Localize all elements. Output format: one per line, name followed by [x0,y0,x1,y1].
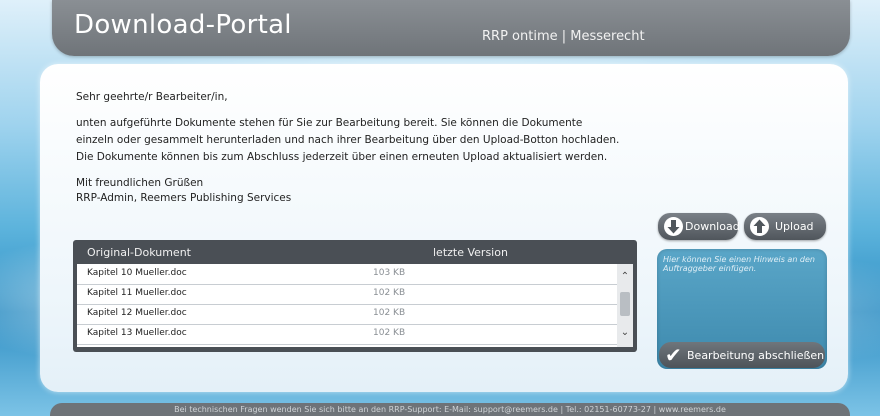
document-name: Kapitel 11 Mueller.doc [87,288,187,298]
page-title: Download-Portal [74,10,292,40]
header-bar: Download-Portal RRP ontime | Messerecht [52,0,850,56]
letter-closing: Mit freundlichen Grüßen RRP-Admin, Reeme… [76,176,291,206]
document-size: 102 KB [373,288,406,298]
document-name: Kapitel 10 Mueller.doc [87,268,187,278]
note-textarea[interactable] [661,253,823,337]
documents-table: Original-Dokument letzte Version Kapitel… [73,240,637,352]
document-size: 103 KB [373,268,406,278]
arrow-down-icon [664,217,683,236]
table-row[interactable]: Kapitel 13 Mueller.doc 102 KB [77,324,617,345]
document-size: 102 KB [373,308,406,318]
closing-line: RRP-Admin, Reemers Publishing Services [76,192,292,204]
arrow-up-icon [750,217,769,236]
footer-bar: Bei technischen Fragen wenden Sie sich b… [50,403,850,416]
finish-editing-button[interactable]: ✔ Bearbeitung abschließen [659,342,825,368]
intro-line: Die Dokumente können bis zum Abschluss j… [76,151,608,163]
table-body: Kapitel 10 Mueller.doc 103 KB Kapitel 11… [77,264,617,347]
chevron-down-icon[interactable]: ⌄ [617,326,633,340]
column-header-document: Original-Dokument [87,246,191,259]
upload-label: Upload [775,220,814,233]
table-scrollbar[interactable]: ⌃ ⌄ [617,264,633,347]
download-label: Download [685,220,740,233]
document-size: 102 KB [373,328,406,338]
table-row[interactable]: Kapitel 12 Mueller.doc 102 KB [77,304,617,325]
intro-line: einzeln oder gesammelt herunterladen und… [76,134,620,146]
scrollbar-thumb[interactable] [620,292,630,316]
footer-text: Bei technischen Fragen wenden Sie sich b… [174,405,726,414]
chevron-up-icon[interactable]: ⌃ [617,270,633,284]
intro-line: unten aufgeführte Dokumente stehen für S… [76,117,583,129]
letter-greeting: Sehr geehrte/r Bearbeiter/in, [76,91,228,103]
document-name: Kapitel 13 Mueller.doc [87,328,187,338]
table-row[interactable]: Kapitel 10 Mueller.doc 103 KB [77,264,617,285]
header-subtitle: RRP ontime | Messerecht [482,29,645,44]
letter-intro: unten aufgeführte Dokumente stehen für S… [76,115,619,166]
table-row[interactable]: Kapitel 11 Mueller.doc 102 KB [77,284,617,305]
closing-line: Mit freundlichen Grüßen [76,177,204,189]
finish-label: Bearbeitung abschließen [687,349,825,362]
download-button[interactable]: Download [658,213,740,240]
column-header-version: letzte Version [433,246,508,259]
document-name: Kapitel 12 Mueller.doc [87,308,187,318]
checkmark-icon: ✔ [665,343,682,367]
upload-button[interactable]: Upload [744,213,826,240]
